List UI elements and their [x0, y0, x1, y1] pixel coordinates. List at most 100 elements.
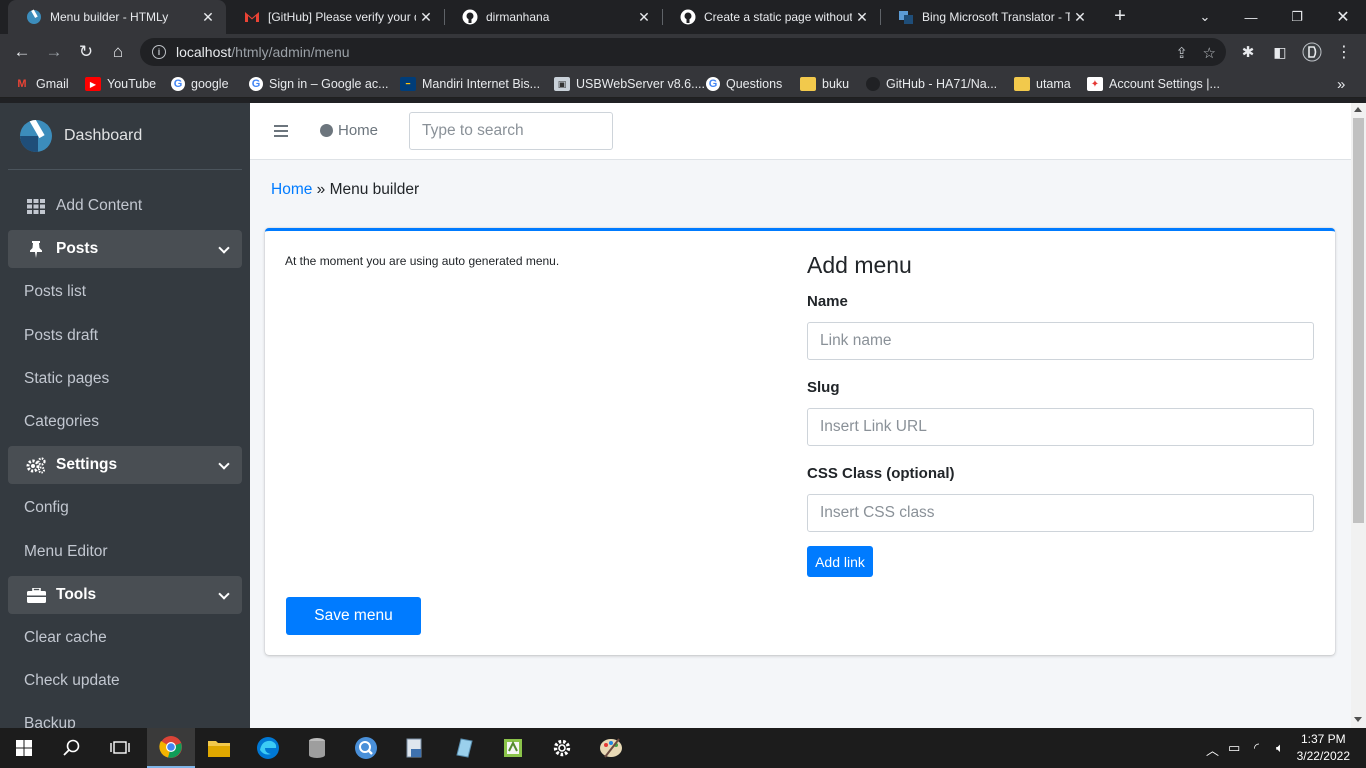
sidebar-group-settings[interactable]: Settings: [8, 446, 242, 484]
chrome-taskbar-icon[interactable]: [147, 728, 195, 768]
tab-github-verify[interactable]: [GitHub] Please verify your de ✕: [226, 0, 444, 34]
side-panel-icon[interactable]: ◧: [1266, 38, 1294, 66]
bookmark-star-icon[interactable]: ☆: [1203, 44, 1216, 62]
tab-close-icon[interactable]: ✕: [634, 9, 654, 26]
sidebar-item-menu-editor[interactable]: Menu Editor: [8, 534, 242, 570]
bookmark-mandiri[interactable]: ━ Mandiri Internet Bis...: [400, 75, 540, 93]
scrollbar-thumb[interactable]: [1353, 118, 1364, 523]
sidebar-item-clear-cache[interactable]: Clear cache: [8, 620, 242, 656]
sidebar-item-check-update[interactable]: Check update: [8, 663, 242, 699]
extensions-icon[interactable]: ✱: [1234, 38, 1262, 66]
search-input[interactable]: [409, 112, 613, 150]
bookmark-google[interactable]: Ggoogle: [171, 75, 229, 93]
sidebar-item-posts-list[interactable]: Posts list: [8, 274, 242, 310]
usbwebserver-app-icon[interactable]: [391, 728, 439, 768]
brand-link[interactable]: Dashboard: [8, 103, 242, 170]
magnifier-app-icon[interactable]: [342, 728, 390, 768]
scroll-up-icon[interactable]: [1354, 107, 1362, 112]
volume-icon[interactable]: 🔈︎: [1276, 740, 1284, 756]
sidebar-group-label: Settings: [56, 456, 118, 473]
restore-button[interactable]: ❐: [1274, 0, 1320, 34]
page-scrollbar[interactable]: [1351, 103, 1366, 728]
tab-bing-translator[interactable]: Bing Microsoft Translator - Te ✕: [880, 0, 1098, 34]
tab-close-icon[interactable]: ✕: [416, 9, 436, 26]
show-hidden-icons[interactable]: ︿: [1206, 740, 1219, 759]
sidebar-item-config[interactable]: Config: [8, 490, 242, 526]
minimize-button[interactable]: —: [1228, 0, 1274, 34]
share-icon[interactable]: ⇪: [1175, 44, 1188, 62]
save-menu-button[interactable]: Save menu: [286, 597, 421, 635]
database-app-icon[interactable]: [293, 728, 341, 768]
breadcrumb-home-link[interactable]: Home: [271, 181, 312, 198]
menu-toggle-icon[interactable]: [274, 125, 288, 137]
paint-app-icon[interactable]: [587, 728, 635, 768]
clock-date: 3/22/2022: [1296, 749, 1350, 763]
sidebar-item-categories[interactable]: Categories: [8, 404, 242, 440]
css-class-input[interactable]: [807, 494, 1314, 532]
bookmark-account-settings[interactable]: ✦ Account Settings |...: [1087, 75, 1220, 93]
new-tab-button[interactable]: +: [1108, 5, 1132, 29]
bookmark-utama[interactable]: utama: [1014, 75, 1071, 93]
bookmark-gmail[interactable]: M Gmail: [14, 75, 68, 93]
bookmarks-overflow-button[interactable]: »: [1337, 75, 1345, 93]
tab-close-icon[interactable]: ✕: [852, 9, 872, 26]
browser-toolbar: ← → ↻ ⌂ i localhost/htmly/admin/menu ⇪ ☆…: [0, 34, 1366, 70]
bookmark-usbwebserver[interactable]: ▣ USBWebServer v8.6....: [554, 75, 705, 93]
tab-close-icon[interactable]: ✕: [1070, 9, 1090, 26]
address-bar[interactable]: i localhost/htmly/admin/menu ⇪ ☆: [140, 38, 1226, 66]
add-link-button[interactable]: Add link: [807, 546, 873, 577]
tab-static-page[interactable]: Create a static page without ✕: [662, 0, 880, 34]
home-nav-link[interactable]: Home: [320, 122, 378, 139]
bookmark-youtube[interactable]: ▶ YouTube: [85, 75, 156, 93]
tab-menu-builder[interactable]: Menu builder - HTMLy ✕: [8, 0, 226, 34]
browser-tab-strip: Menu builder - HTMLy ✕ [GitHub] Please v…: [0, 0, 1366, 34]
bookmark-google-signin[interactable]: G Sign in – Google ac...: [249, 75, 389, 93]
home-icon[interactable]: ⌂: [104, 38, 132, 66]
account-settings-icon: ✦: [1087, 77, 1103, 91]
sidebar-group-posts[interactable]: Posts: [8, 230, 242, 268]
sidebar-group-label: Tools: [56, 586, 97, 603]
settings-gear-icon[interactable]: [538, 728, 586, 768]
sidebar-item-add-content[interactable]: Add Content: [8, 187, 242, 225]
profile-avatar[interactable]: [1298, 38, 1326, 66]
sidebar-item-posts-draft[interactable]: Posts draft: [8, 318, 242, 354]
task-view-icon[interactable]: [96, 728, 144, 768]
battery-icon[interactable]: ▭: [1228, 740, 1240, 756]
bookmark-github-ha71[interactable]: GitHub - HA71/Na...: [866, 75, 997, 93]
search-icon[interactable]: [48, 728, 96, 768]
system-clock[interactable]: 1:37 PM 3/22/2022: [1297, 731, 1350, 765]
bookmark-buku[interactable]: buku: [800, 75, 849, 93]
windows-start-icon[interactable]: [0, 728, 48, 768]
edge-icon[interactable]: [244, 728, 292, 768]
forward-icon[interactable]: →: [40, 38, 68, 66]
windows-taskbar: ︿ ▭ ◜ 🔈︎ 1:37 PM 3/22/2022: [0, 728, 1366, 768]
tab-title: [GitHub] Please verify your de: [268, 10, 416, 24]
link-name-input[interactable]: [807, 322, 1314, 360]
mandiri-icon: ━: [400, 77, 416, 91]
notepad-app-icon[interactable]: [440, 728, 488, 768]
link-url-input[interactable]: [807, 408, 1314, 446]
browser-menu-icon[interactable]: ⋮: [1330, 38, 1358, 66]
add-menu-title: Add menu: [807, 252, 912, 278]
notepadpp-app-icon[interactable]: [489, 728, 537, 768]
tab-close-icon[interactable]: ✕: [198, 9, 218, 26]
chevron-down-icon: [218, 458, 230, 470]
wifi-icon[interactable]: ◜: [1254, 740, 1259, 756]
sidebar-group-label: Posts: [56, 240, 99, 257]
back-icon[interactable]: ←: [8, 38, 36, 66]
gmail-favicon-icon: [244, 9, 260, 25]
sidebar-item-backup[interactable]: Backup: [8, 706, 242, 728]
site-info-icon[interactable]: i: [152, 45, 166, 59]
scroll-down-icon[interactable]: [1354, 717, 1362, 722]
tab-dirmanhana[interactable]: dirmanhana ✕: [444, 0, 662, 34]
sidebar-group-tools[interactable]: Tools: [8, 576, 242, 614]
github-favicon-icon: [680, 9, 696, 25]
close-window-button[interactable]: ✕: [1320, 0, 1366, 34]
file-explorer-icon[interactable]: [195, 728, 243, 768]
folder-icon: [800, 77, 816, 91]
sidebar-item-static-pages[interactable]: Static pages: [8, 361, 242, 397]
bookmark-questions[interactable]: G Questions: [706, 75, 782, 93]
htmly-logo: [20, 120, 52, 152]
reload-icon[interactable]: ↻: [72, 38, 100, 66]
tab-search-icon[interactable]: ⌄: [1182, 0, 1228, 34]
